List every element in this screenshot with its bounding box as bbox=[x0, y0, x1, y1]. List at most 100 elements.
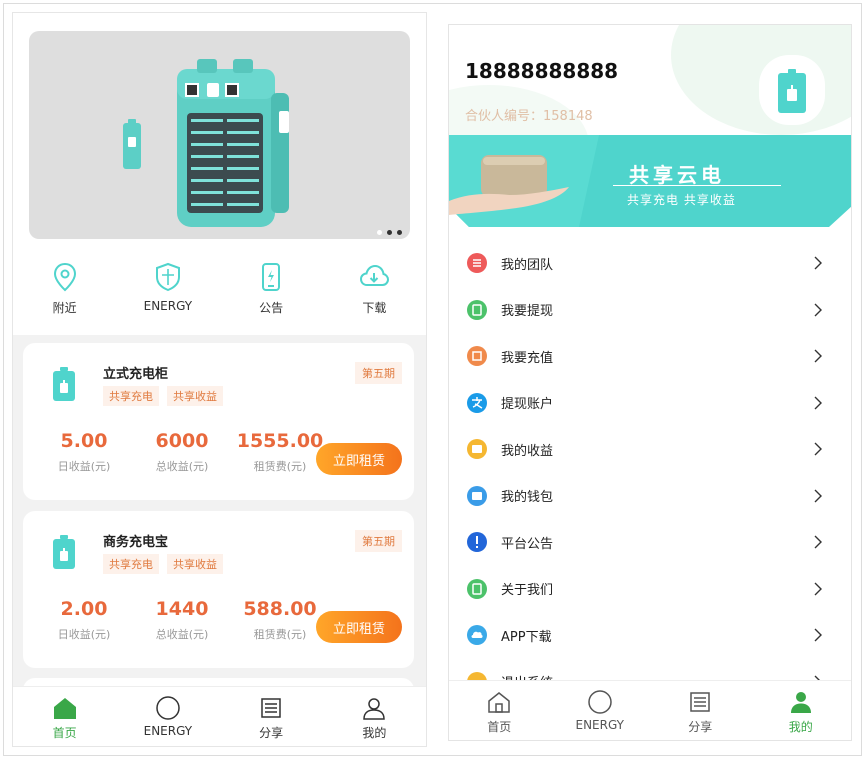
profile-menu: 我的团队 我要提现 我要充值 提现账户 我的收益 我的钱包 平台公告 关于我们 … bbox=[449, 240, 851, 705]
quick-link-energy[interactable]: ENERGY bbox=[116, 251, 219, 331]
promo-title: 共享云电 bbox=[629, 163, 725, 187]
tab-share[interactable]: 分享 bbox=[650, 681, 751, 740]
income-icon bbox=[467, 439, 487, 460]
product-card[interactable]: 商务充电宝 共享充电 共享收益 第五期 2.00 日收益(元) 1440 总收益… bbox=[23, 511, 414, 668]
quick-link-download[interactable]: 下载 bbox=[323, 251, 426, 331]
tab-label: 首页 bbox=[52, 726, 77, 740]
rent-now-button[interactable]: 立即租赁 bbox=[316, 443, 402, 475]
chevron-right-icon bbox=[814, 582, 822, 596]
tab-home[interactable]: 首页 bbox=[449, 681, 550, 740]
period-badge: 第五期 bbox=[355, 362, 402, 384]
total-income-label: 总收益(元) bbox=[155, 628, 209, 641]
menu-item-withdraw[interactable]: 我要提现 bbox=[449, 287, 851, 334]
avatar[interactable] bbox=[759, 55, 825, 125]
cloud-icon bbox=[467, 625, 487, 646]
menu-item-label: 提现账户 bbox=[501, 397, 554, 413]
chevron-right-icon bbox=[814, 628, 822, 642]
product-card[interactable]: 立式充电柜 共享充电 共享收益 第五期 5.00 日收益(元) 6000 总收益… bbox=[23, 343, 414, 500]
circle-icon bbox=[588, 690, 612, 714]
chevron-right-icon bbox=[814, 256, 822, 270]
product-stats: 2.00 日收益(元) 1440 总收益(元) 588.00 租赁费(元) bbox=[35, 598, 329, 642]
daily-income-label: 日收益(元) bbox=[57, 460, 111, 473]
cloud-download-icon bbox=[360, 264, 390, 286]
shield-icon bbox=[155, 262, 180, 292]
tab-energy[interactable]: ENERGY bbox=[550, 681, 651, 740]
tab-energy[interactable]: ENERGY bbox=[116, 687, 219, 746]
tab-mine[interactable]: 我的 bbox=[751, 681, 852, 740]
bottom-tab-bar: 首页 ENERGY 分享 我的 bbox=[13, 686, 426, 746]
product-tags: 共享充电 共享收益 bbox=[103, 554, 223, 574]
tab-share[interactable]: 分享 bbox=[220, 687, 323, 746]
rent-fee-value: 588.00 bbox=[243, 598, 317, 620]
tab-mine[interactable]: 我的 bbox=[323, 687, 426, 746]
tab-label: 我的 bbox=[362, 726, 387, 740]
promo-divider bbox=[613, 185, 781, 186]
bottom-tab-bar: 首页 ENERGY 分享 我的 bbox=[449, 680, 851, 740]
chevron-right-icon bbox=[814, 349, 822, 363]
quick-link-notice[interactable]: 公告 bbox=[220, 251, 323, 331]
product-tag: 共享充电 bbox=[103, 554, 159, 574]
quick-link-label: 附近 bbox=[52, 301, 77, 315]
tab-label: 我的 bbox=[788, 720, 813, 734]
battery-icon bbox=[53, 367, 75, 401]
product-title: 商务充电宝 bbox=[103, 535, 169, 550]
menu-item-recharge[interactable]: 我要充值 bbox=[449, 333, 851, 380]
tab-label: 分享 bbox=[688, 720, 713, 734]
menu-item-about[interactable]: 关于我们 bbox=[449, 566, 851, 613]
menu-item-app-download[interactable]: APP下载 bbox=[449, 612, 851, 659]
daily-income-value: 5.00 bbox=[60, 430, 108, 452]
tab-home[interactable]: 首页 bbox=[13, 687, 116, 746]
promo-banner[interactable]: 共享云电 共享充电 共享收益 bbox=[449, 135, 851, 227]
chevron-right-icon bbox=[814, 442, 822, 456]
share-list-icon bbox=[261, 698, 281, 718]
withdraw-icon bbox=[467, 299, 487, 320]
menu-item-label: 我要充值 bbox=[501, 350, 554, 366]
menu-item-label: 平台公告 bbox=[501, 536, 554, 552]
recharge-icon bbox=[467, 346, 487, 367]
alipay-icon bbox=[467, 392, 487, 413]
quick-links: 附近 ENERGY 公告 下载 bbox=[13, 251, 426, 331]
rent-fee-label: 租赁费(元) bbox=[253, 628, 307, 641]
chevron-right-icon bbox=[814, 396, 822, 410]
quick-link-label: ENERGY bbox=[143, 299, 193, 313]
total-income-value: 6000 bbox=[155, 430, 209, 452]
quick-link-nearby[interactable]: 附近 bbox=[13, 251, 116, 331]
quick-link-label: 下载 bbox=[362, 301, 387, 315]
menu-item-label: 我的钱包 bbox=[501, 490, 554, 506]
total-income-value: 1440 bbox=[155, 598, 209, 620]
menu-item-wallet[interactable]: 我的钱包 bbox=[449, 473, 851, 520]
user-icon bbox=[790, 692, 811, 713]
carousel-dot[interactable] bbox=[377, 230, 382, 235]
charging-cabinet-image bbox=[123, 59, 289, 227]
tab-label: 首页 bbox=[487, 720, 512, 734]
menu-item-label: 我的团队 bbox=[501, 257, 554, 273]
daily-income-value: 2.00 bbox=[60, 598, 108, 620]
profile-screen: 18888888888 合伙人编号：158148 共享云电 共享充电 共享收益 … bbox=[448, 24, 852, 741]
banner-carousel[interactable] bbox=[29, 31, 410, 239]
menu-item-notice[interactable]: 平台公告 bbox=[449, 519, 851, 566]
user-phone: 18888888888 bbox=[465, 59, 619, 83]
product-tags: 共享充电 共享收益 bbox=[103, 386, 223, 406]
menu-item-account[interactable]: 提现账户 bbox=[449, 380, 851, 427]
menu-item-label: 关于我们 bbox=[501, 583, 554, 599]
carousel-dot[interactable] bbox=[387, 230, 392, 235]
rent-fee-label: 租赁费(元) bbox=[253, 460, 307, 473]
carousel-dot[interactable] bbox=[397, 230, 402, 235]
tab-label: 分享 bbox=[259, 726, 284, 740]
home-icon bbox=[53, 698, 76, 719]
tab-label: ENERGY bbox=[143, 724, 193, 738]
daily-income-stat: 5.00 日收益(元) bbox=[35, 430, 133, 474]
period-badge: 第五期 bbox=[355, 530, 402, 552]
rent-now-button[interactable]: 立即租赁 bbox=[316, 611, 402, 643]
battery-icon bbox=[53, 535, 75, 569]
menu-item-label: APP下载 bbox=[501, 629, 552, 645]
total-income-stat: 1440 总收益(元) bbox=[133, 598, 231, 642]
rent-fee-stat: 1555.00 租赁费(元) bbox=[231, 430, 329, 474]
total-income-stat: 6000 总收益(元) bbox=[133, 430, 231, 474]
menu-item-team[interactable]: 我的团队 bbox=[449, 240, 851, 287]
product-title: 立式充电柜 bbox=[103, 367, 169, 382]
menu-item-income[interactable]: 我的收益 bbox=[449, 426, 851, 473]
chevron-right-icon bbox=[814, 535, 822, 549]
share-list-icon bbox=[690, 692, 710, 712]
user-icon bbox=[363, 698, 386, 720]
